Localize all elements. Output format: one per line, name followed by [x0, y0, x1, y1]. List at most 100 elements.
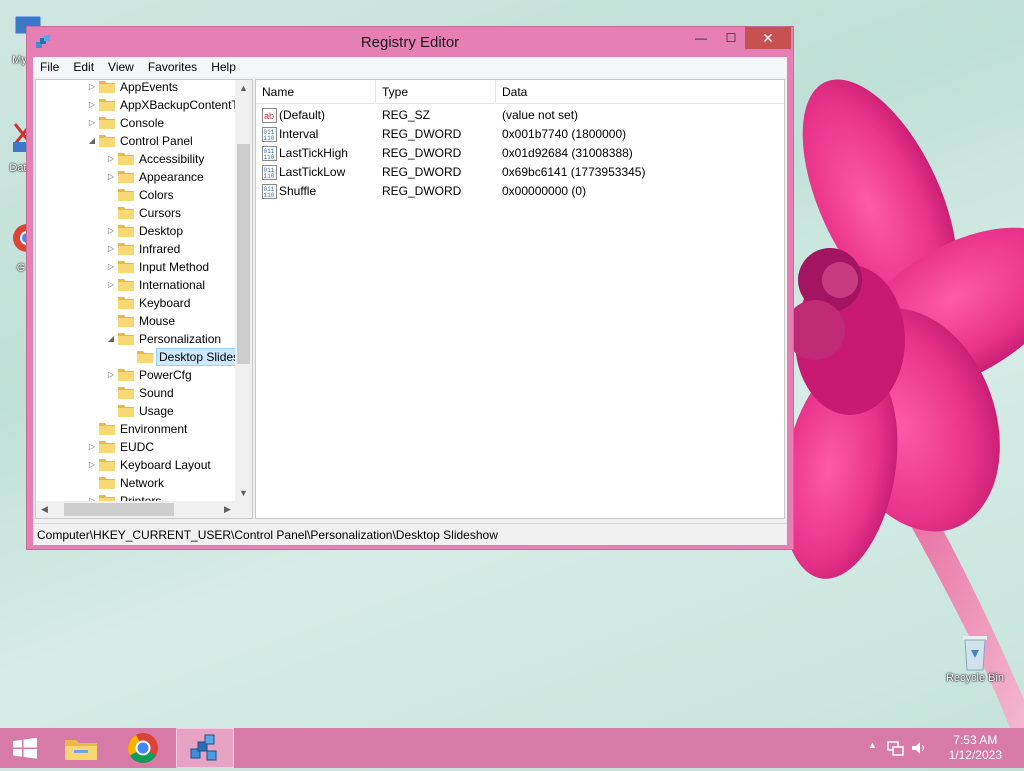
folder-icon — [118, 314, 134, 327]
expand-arrow-icon[interactable]: ▷ — [86, 438, 98, 456]
column-header-type[interactable]: Type — [376, 80, 496, 104]
maximize-button[interactable]: ☐ — [717, 27, 745, 49]
value-name: LastTickLow — [279, 165, 346, 179]
svg-text:110: 110 — [264, 192, 275, 199]
folder-icon — [118, 206, 134, 219]
menu-help[interactable]: Help — [204, 60, 243, 74]
tree-node-label: EUDC — [120, 440, 155, 454]
expand-arrow-icon[interactable]: ▷ — [86, 114, 98, 132]
scroll-right-icon[interactable]: ▶ — [219, 501, 236, 518]
tree-node-label: Accessibility — [139, 152, 205, 166]
expand-arrow-icon[interactable]: ▷ — [86, 80, 98, 96]
tree-node-label: Keyboard — [139, 296, 191, 310]
expand-arrow-icon[interactable]: ▷ — [105, 240, 117, 258]
registry-tree[interactable]: ▷ AppEvents ▷ AppXBackupContentT ▷ Console ◢ Co… — [35, 79, 253, 519]
start-button[interactable] — [0, 728, 58, 768]
folder-icon — [118, 296, 134, 309]
svg-text:110: 110 — [264, 173, 275, 180]
value-data: 0x00000000 (0) — [502, 184, 587, 198]
tree-node-label: Infrared — [139, 242, 181, 256]
tree-node-label: International — [139, 278, 206, 292]
registry-value-row[interactable]: 011 110 Shuffle REG_DWORD 0x00000000 (0) — [256, 182, 784, 201]
collapse-arrow-icon[interactable]: ◢ — [105, 330, 117, 348]
registry-value-row[interactable]: 011 110 LastTickHigh REG_DWORD 0x01d92684 (3… — [256, 144, 784, 163]
tree-horizontal-scrollbar[interactable]: ◀ ▶ — [36, 501, 236, 518]
minimize-button[interactable]: — — [687, 27, 715, 49]
value-name: (Default) — [279, 108, 326, 122]
taskbar: ▲ 7:53 AM 1/12/2023 — [0, 728, 1024, 768]
windows-logo-icon — [13, 737, 37, 759]
value-data: 0x001b7740 (1800000) — [502, 127, 627, 141]
folder-icon — [118, 332, 134, 345]
value-type: REG_DWORD — [382, 127, 462, 141]
tree-node-label: AppXBackupContentT — [120, 98, 236, 112]
folder-icon — [118, 404, 134, 417]
folder-icon — [118, 152, 134, 165]
registry-value-row[interactable]: 011 110 LastTickLow REG_DWORD 0x69bc6141 (17… — [256, 163, 784, 182]
chrome-button[interactable] — [114, 728, 172, 768]
registry-value-row[interactable]: 011 110 Interval REG_DWORD 0x001b7740 (18000… — [256, 125, 784, 144]
tree-node-label: Network — [120, 476, 165, 490]
binary-value-icon: 011 110 — [262, 184, 277, 199]
value-name: Interval — [279, 127, 319, 141]
menu-favorites[interactable]: Favorites — [141, 60, 204, 74]
expand-arrow-icon[interactable]: ▷ — [105, 150, 117, 168]
string-value-icon: ab — [262, 108, 277, 123]
file-explorer-button[interactable] — [52, 728, 110, 768]
scroll-down-icon[interactable]: ▼ — [235, 485, 252, 502]
folder-icon — [118, 278, 134, 291]
tree-node-label: Personalization — [139, 332, 222, 346]
title-bar[interactable]: Registry Editor — ☐ ✕ — [27, 27, 793, 57]
chrome-icon — [128, 733, 158, 764]
tree-node-label: Keyboard Layout — [120, 458, 211, 472]
expand-arrow-icon[interactable]: ▷ — [105, 276, 117, 294]
registry-editor-taskbar-button[interactable] — [176, 728, 234, 768]
tree-node-label: PowerCfg — [139, 368, 192, 382]
collapse-arrow-icon[interactable]: ◢ — [86, 132, 98, 150]
network-icon[interactable] — [886, 739, 904, 757]
tree-node-label: Desktop Slides — [156, 348, 236, 366]
menu-file[interactable]: File — [33, 60, 66, 74]
registry-value-row[interactable]: ab (Default) REG_SZ (value not set) — [256, 106, 784, 125]
clock[interactable]: 7:53 AM 1/12/2023 — [949, 733, 1002, 763]
scroll-thumb[interactable] — [64, 503, 174, 516]
desktop-icon-recycle-bin[interactable]: Recycle Bin — [940, 630, 1010, 684]
tree-vertical-scrollbar[interactable]: ▲ ▼ — [235, 80, 252, 502]
expand-arrow-icon[interactable]: ▷ — [86, 456, 98, 474]
tree-node-label: Environment — [120, 422, 188, 436]
folder-icon — [118, 260, 134, 273]
menu-view[interactable]: View — [101, 60, 141, 74]
scroll-up-icon[interactable]: ▲ — [235, 80, 252, 97]
status-bar: Computer\HKEY_CURRENT_USER\Control Panel… — [33, 523, 787, 545]
menu-edit[interactable]: Edit — [66, 60, 101, 74]
svg-text:110: 110 — [264, 154, 275, 161]
expand-arrow-icon[interactable]: ▷ — [105, 222, 117, 240]
expand-arrow-icon[interactable]: ▷ — [86, 96, 98, 114]
scroll-left-icon[interactable]: ◀ — [36, 501, 53, 518]
tree-node-label: Sound — [139, 386, 174, 400]
expand-arrow-icon[interactable]: ▷ — [105, 366, 117, 384]
folder-icon — [99, 134, 115, 147]
values-list[interactable]: Name Type Data ab (Default) REG_SZ (value n… — [255, 79, 785, 519]
column-header-data[interactable]: Data — [496, 80, 784, 104]
client-area: ▷ AppEvents ▷ AppXBackupContentT ▷ Console ◢ Co… — [33, 77, 787, 543]
value-data: 0x01d92684 (31008388) — [502, 146, 633, 160]
folder-icon — [118, 224, 134, 237]
expand-arrow-icon[interactable]: ▷ — [105, 168, 117, 186]
tree-node-label: Input Method — [139, 260, 210, 274]
recycle-bin-icon — [955, 630, 995, 671]
column-header-name[interactable]: Name — [256, 80, 376, 104]
folder-icon — [99, 98, 115, 111]
value-data: 0x69bc6141 (1773953345) — [502, 165, 646, 179]
value-type: REG_DWORD — [382, 165, 462, 179]
close-button[interactable]: ✕ — [745, 27, 791, 49]
volume-icon[interactable] — [910, 739, 928, 757]
menu-bar: File Edit View Favorites Help — [33, 57, 787, 77]
binary-value-icon: 011 110 — [262, 146, 277, 161]
show-hidden-icons-icon[interactable]: ▲ — [868, 740, 877, 750]
tree-node-label: Console — [120, 116, 165, 130]
folder-icon — [99, 116, 115, 129]
tree-node-label: Appearance — [139, 170, 204, 184]
scroll-thumb[interactable] — [237, 144, 250, 364]
expand-arrow-icon[interactable]: ▷ — [105, 258, 117, 276]
